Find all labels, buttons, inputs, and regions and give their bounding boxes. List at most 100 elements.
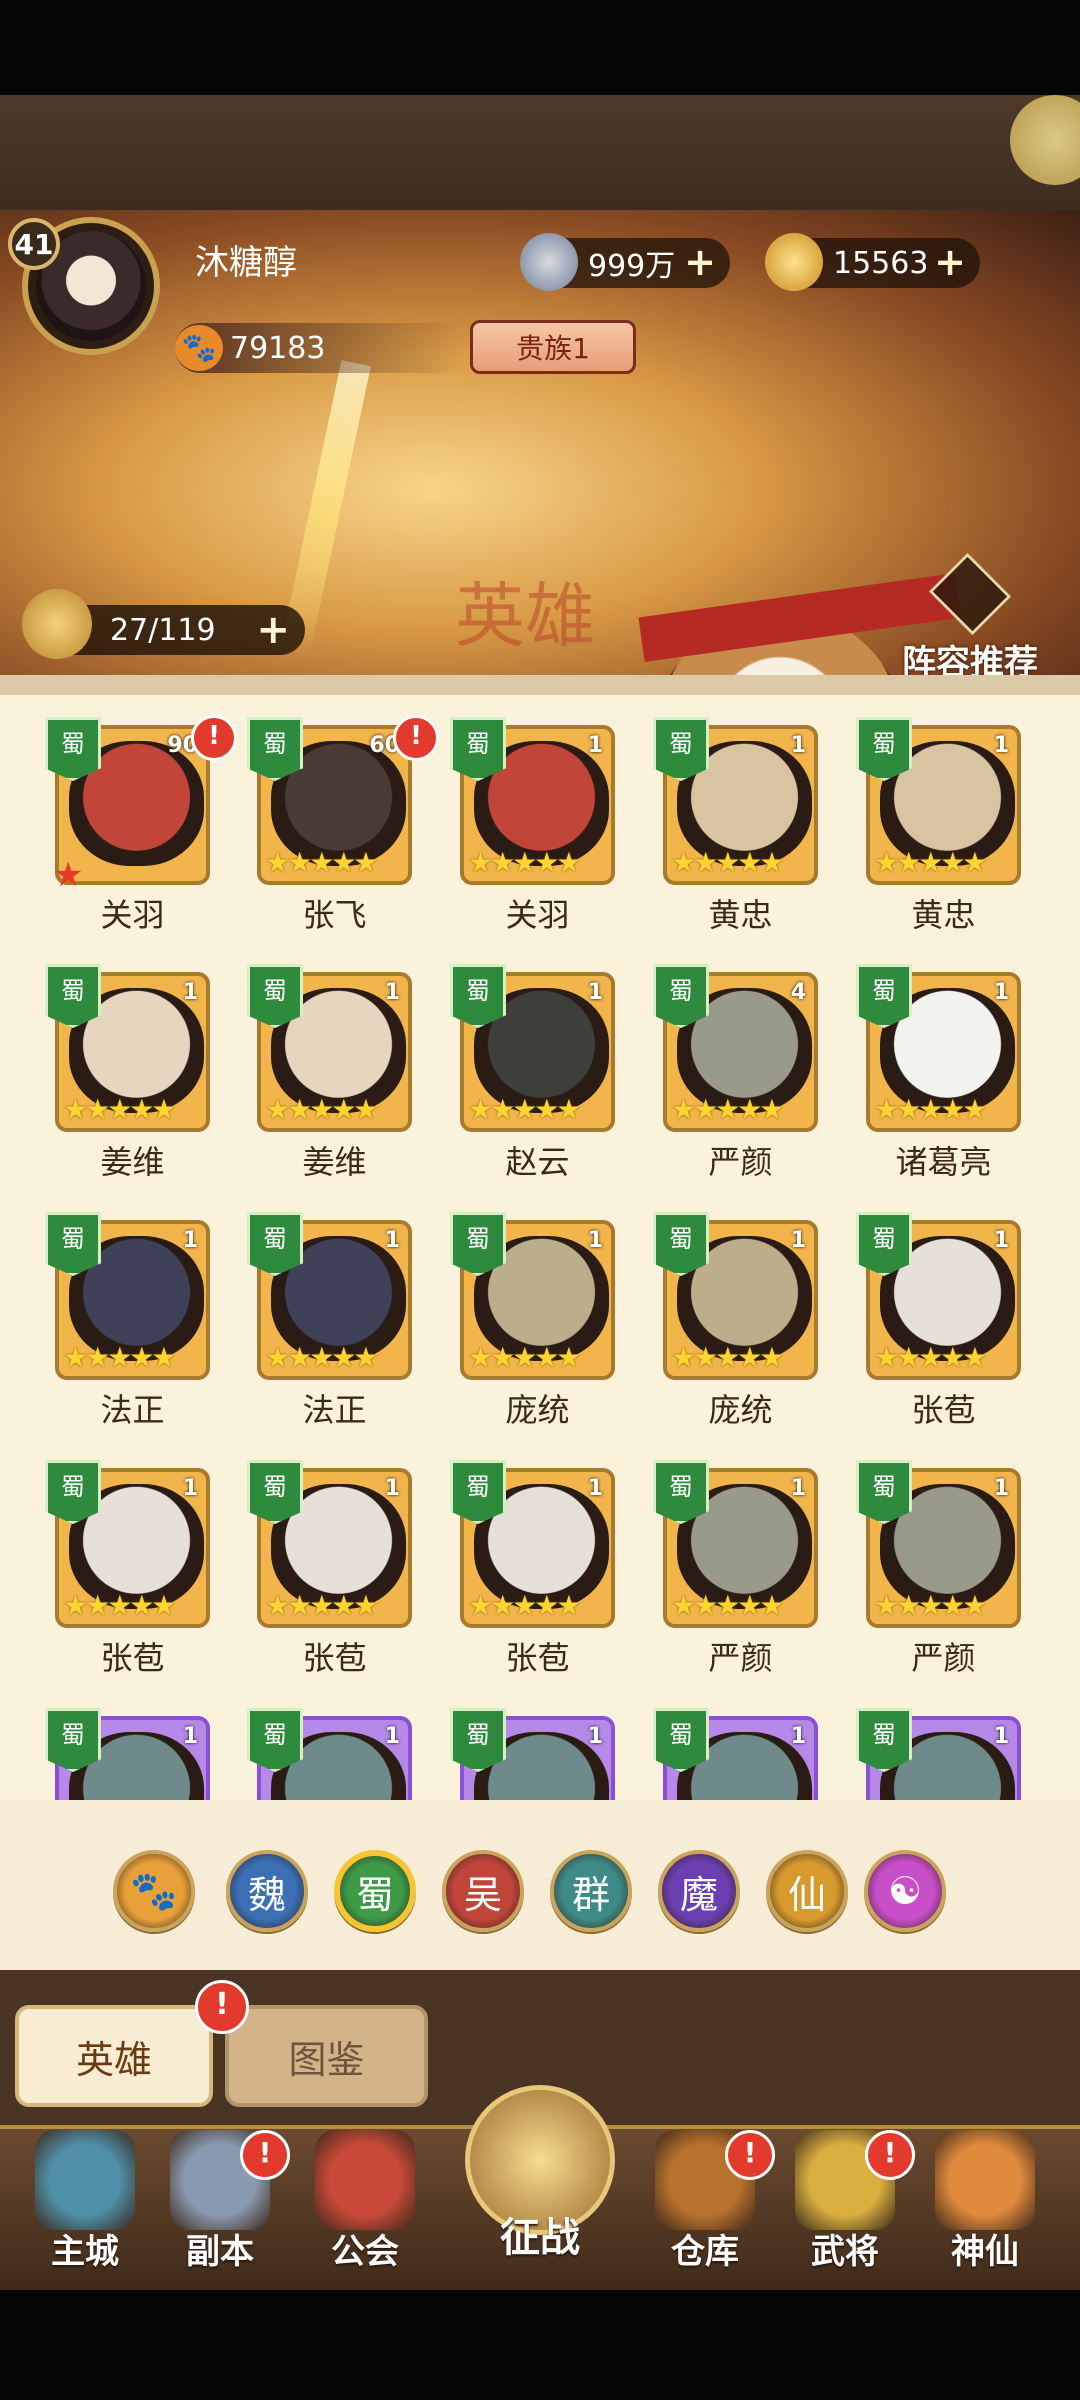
hero-card[interactable]: 90 蜀 ★! 关羽 — [45, 715, 237, 934]
hero-card[interactable]: ★★★★★ 1 蜀庞统 — [450, 1212, 620, 1429]
faction-filter-button[interactable]: 吴 — [442, 1850, 524, 1932]
nav-item[interactable]: 主城 — [20, 2130, 150, 2290]
star-rating: ★★★★★ — [468, 846, 582, 879]
hero-count: 1 — [182, 1476, 198, 1501]
alert-icon: ! — [191, 715, 237, 761]
hero-card[interactable]: ★★★★★ 1 蜀张苞 — [45, 1460, 215, 1677]
hero-count: 1 — [790, 1228, 806, 1253]
paw-points-value: 79183 — [230, 331, 326, 366]
faction-filter-button[interactable]: 群 — [550, 1850, 632, 1932]
faction-shu-badge: 蜀 — [653, 1708, 709, 1772]
faction-filter-button[interactable]: 蜀 — [334, 1850, 416, 1932]
nav-battle[interactable]: 征战 — [455, 2085, 625, 2290]
star-rating: ★★★★★ — [468, 1093, 582, 1126]
alert-icon: ! — [865, 2130, 915, 2180]
hero-name: 法正 — [100, 1391, 165, 1429]
expand-roster-button[interactable]: + — [256, 607, 290, 653]
system-nav-bar — [0, 2290, 1080, 2400]
hero-card[interactable]: ★★★★★ 1 蜀严颜 — [856, 1460, 1026, 1677]
add-coins-button[interactable]: + — [682, 243, 718, 281]
hero-count: 1 — [384, 1476, 400, 1501]
hero-count: 1 — [384, 1228, 400, 1253]
faction-shu-badge: 蜀 — [450, 717, 506, 781]
hero-name: 张飞 — [302, 896, 367, 934]
faction-shu-badge: 蜀 — [856, 1708, 912, 1772]
hero-card[interactable]: ★★★★★ 1 蜀黄忠 — [856, 717, 1026, 934]
hero-card[interactable]: ★★★★★ 1 蜀赵云 — [450, 964, 620, 1181]
nav-label: 仓库 — [671, 2232, 739, 2272]
hero-name: 严颜 — [911, 1639, 976, 1677]
star-rating: ★★★★★ — [874, 846, 988, 879]
hero-name: 张苞 — [505, 1639, 570, 1677]
faction-shu-badge: 蜀 — [45, 1212, 101, 1276]
star-rating: ★★★★★ — [671, 1341, 785, 1374]
hero-card[interactable]: ★★★★★ 1 蜀关羽 — [450, 717, 620, 934]
roster-capacity: 27/119 + — [22, 589, 305, 659]
paw-icon: 🐾 — [175, 325, 223, 371]
nav-item[interactable]: 神仙 — [920, 2130, 1050, 2290]
hero-card[interactable]: ★★★★★ 60 蜀! 张飞 — [247, 715, 439, 934]
hero-name: 黄忠 — [911, 896, 976, 934]
star-rating: ★★★★★ — [265, 1341, 379, 1374]
castle-icon — [35, 2130, 135, 2230]
faction-filter-button[interactable]: 🐾 — [113, 1850, 195, 1932]
faction-shu-badge: 蜀 — [653, 717, 709, 781]
faction-filter-button[interactable]: 魏 — [226, 1850, 308, 1932]
hero-name: 张苞 — [911, 1391, 976, 1429]
faction-shu-badge: 蜀 — [45, 964, 101, 1028]
roster-helmet-icon — [22, 589, 92, 659]
hero-name: 关羽 — [505, 896, 570, 934]
star-rating: ★★★★★ — [265, 846, 379, 879]
nav-label: 公会 — [331, 2232, 399, 2272]
hero-card[interactable]: ★★★★★ 1 蜀法正 — [45, 1212, 215, 1429]
hero-card[interactable]: ★★★★★ 1 蜀诸葛亮 — [856, 964, 1026, 1181]
hero-card[interactable]: ★★★★★ 1 蜀张苞 — [856, 1212, 1026, 1429]
hero-count: 1 — [993, 1724, 1009, 1749]
hero-card[interactable]: ★★★★★ 1 蜀姜维 — [45, 964, 215, 1181]
alert-icon: ! — [240, 2130, 290, 2180]
nav-item[interactable]: 武将! — [780, 2130, 915, 2290]
noble-rank-badge[interactable]: 贵族1 — [470, 320, 636, 374]
faction-filter-button[interactable]: ☯ — [864, 1850, 946, 1932]
star-rating: ★★★★★ — [265, 1589, 379, 1622]
hero-name: 赵云 — [505, 1143, 570, 1181]
hero-card[interactable]: ★★★★★ 1 蜀严颜 — [653, 1460, 823, 1677]
star-rating: ★★★★★ — [468, 1589, 582, 1622]
faction-shu-badge: 蜀 — [856, 1460, 912, 1524]
immortal-icon — [935, 2130, 1035, 2230]
hero-card[interactable]: ★★★★★ 1 蜀张苞 — [450, 1460, 620, 1677]
star-rating: ★★★★★ — [468, 1341, 582, 1374]
hero-card[interactable]: ★★★★★ 4 蜀严颜 — [653, 964, 823, 1181]
faction-shu-badge: 蜀 — [45, 1460, 101, 1524]
faction-shu-badge: 蜀 — [247, 964, 303, 1028]
alert-icon: ! — [725, 2130, 775, 2180]
tab-codex[interactable]: 图鉴 — [225, 2005, 428, 2107]
faction-filter-button[interactable]: 仙 — [766, 1850, 848, 1932]
faction-shu-badge: 蜀 — [247, 1212, 303, 1276]
nav-item[interactable]: 仓库! — [640, 2130, 775, 2290]
hero-name: 诸葛亮 — [895, 1143, 992, 1181]
nav-item[interactable]: 公会 — [300, 2130, 430, 2290]
nav-battle-label: 征战 — [500, 2215, 580, 2261]
gold-counter: 15563 + — [765, 233, 980, 291]
hero-count: 1 — [790, 733, 806, 758]
hero-name: 张苞 — [100, 1639, 165, 1677]
flag-icon — [315, 2130, 415, 2230]
hero-card[interactable]: ★★★★★ 1 蜀张苞 — [247, 1460, 417, 1677]
formation-recommend-button[interactable]: 阵容推荐 — [895, 552, 1045, 683]
hero-card[interactable]: ★★★★★ 1 蜀庞统 — [653, 1212, 823, 1429]
add-gold-button[interactable]: + — [932, 243, 968, 281]
nav-item[interactable]: 副本! — [155, 2130, 290, 2290]
star-rating: ★★★★★ — [874, 1589, 988, 1622]
hero-name: 姜维 — [302, 1143, 367, 1181]
faction-filter-button[interactable]: 魔 — [658, 1850, 740, 1932]
hero-card[interactable]: ★★★★★ 1 蜀法正 — [247, 1212, 417, 1429]
hero-card[interactable]: ★★★★★ 1 蜀姜维 — [247, 964, 417, 1181]
hero-count: 1 — [790, 1724, 806, 1749]
faction-shu-badge: 蜀 — [247, 1708, 303, 1772]
hero-card[interactable]: ★★★★★ 1 蜀黄忠 — [653, 717, 823, 934]
tab-heroes[interactable]: 英雄 — [15, 2005, 213, 2107]
coin-value: 999万 — [588, 249, 676, 284]
hero-count: 1 — [182, 980, 198, 1005]
faction-shu-badge: 蜀 — [45, 717, 101, 781]
